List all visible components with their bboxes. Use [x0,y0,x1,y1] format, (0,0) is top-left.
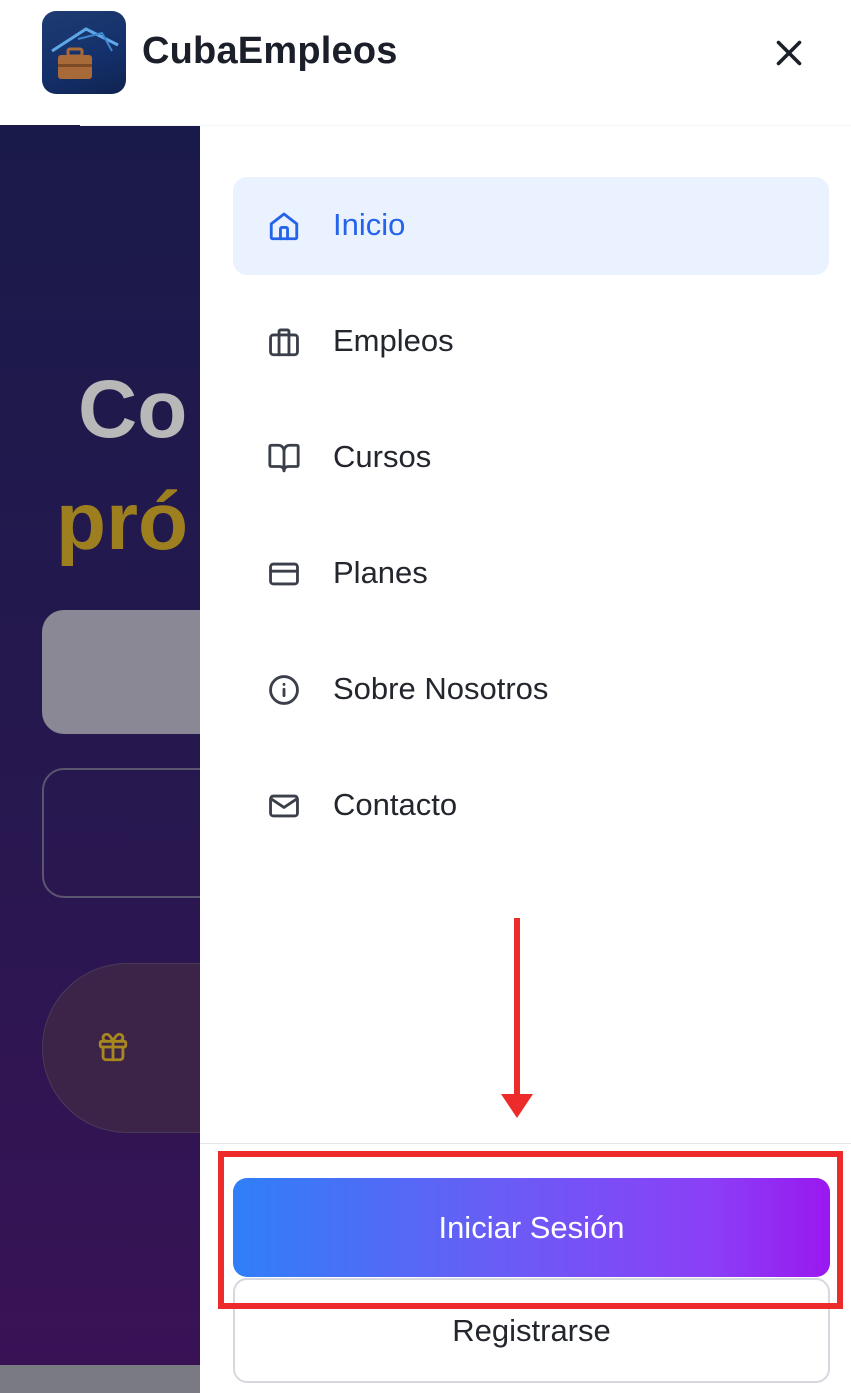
mail-icon [267,789,301,823]
book-icon [267,441,301,475]
nav-item-label: Sobre Nosotros [333,671,549,706]
login-button[interactable]: Iniciar Sesión [233,1178,830,1277]
briefcase-logo-icon[interactable] [42,11,126,94]
nav-item-cursos[interactable]: Cursos [233,409,829,507]
register-button-label: Registrarse [452,1312,611,1348]
background-page: Co pró [0,125,200,1393]
background-footer-strip [0,1365,200,1393]
home-icon [267,209,301,243]
credit-card-icon [267,557,301,591]
nav-item-label: Cursos [333,439,432,474]
background-secondary-button [42,768,200,898]
nav-item-planes[interactable]: Planes [233,525,829,623]
nav-item-empleos[interactable]: Empleos [233,293,829,391]
annotation-arrow [501,918,533,1118]
close-icon [776,40,802,66]
app-header: CubaEmpleos [0,0,851,125]
register-button[interactable]: Registrarse [233,1278,830,1383]
nav-item-label: Inicio [333,207,406,242]
background-primary-button [42,610,200,734]
briefcase-icon [267,325,301,359]
info-icon [267,673,301,707]
mobile-nav-drawer: Inicio Empleos Cursos Planes Sobre Nosot… [200,125,851,1393]
nav-item-inicio[interactable]: Inicio [233,177,829,275]
hero-heading-line1: Co [78,364,188,455]
hero-heading-line2: pró [56,476,189,567]
nav-item-sobre-nosotros[interactable]: Sobre Nosotros [233,641,829,739]
nav-item-label: Planes [333,555,428,590]
nav-item-label: Empleos [333,323,454,358]
close-menu-button[interactable] [766,30,812,76]
brand-name: CubaEmpleos [142,30,398,72]
gift-icon [96,1030,130,1064]
login-button-label: Iniciar Sesión [438,1209,625,1245]
nav-item-contacto[interactable]: Contacto [233,757,829,855]
nav-item-label: Contacto [333,787,458,822]
drawer-divider [200,1143,851,1144]
